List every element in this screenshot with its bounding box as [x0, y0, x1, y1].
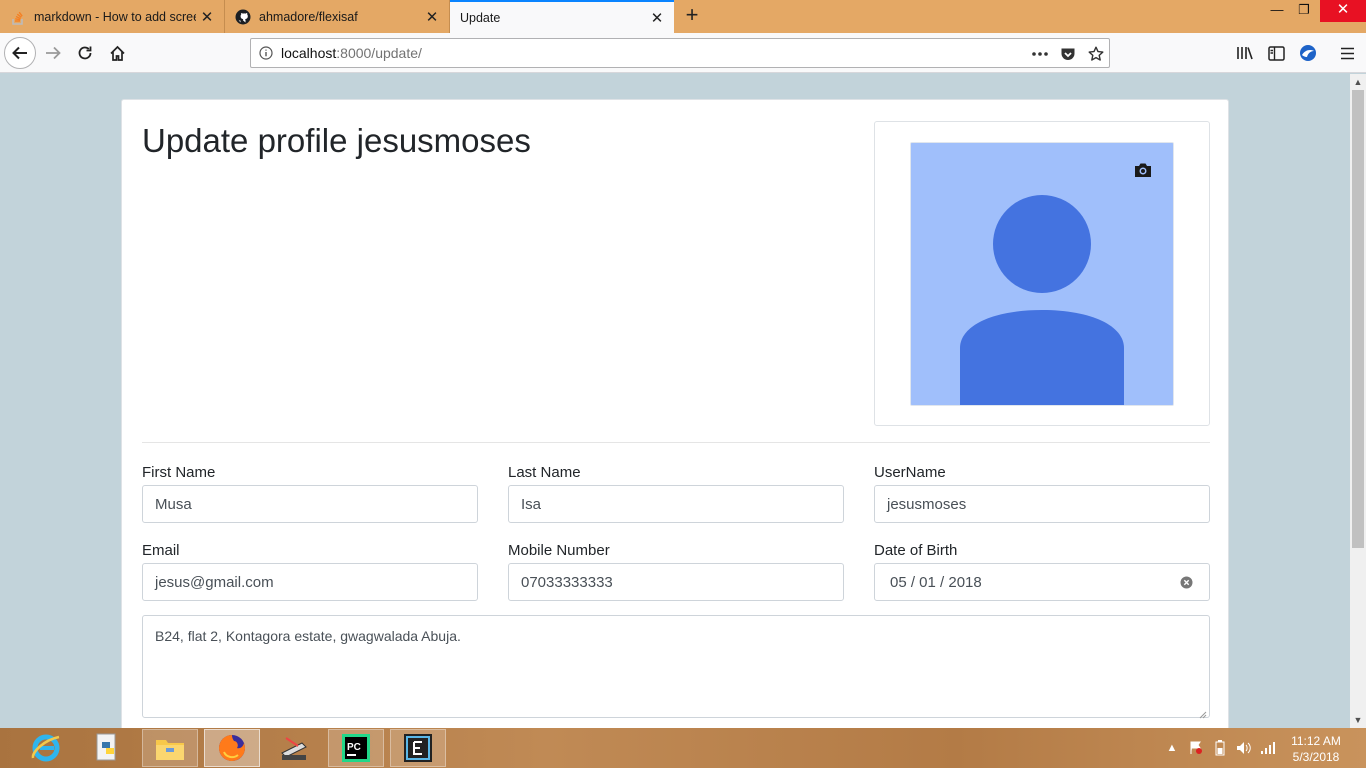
github-icon [235, 9, 251, 25]
taskbar-clock[interactable]: 11:12 AM 5/3/2018 [1282, 733, 1350, 765]
clock-date: 5/3/2018 [1292, 750, 1340, 764]
clock-time: 11:12 AM [1291, 734, 1341, 748]
tab-stackoverflow[interactable]: markdown - How to add screen ✕ [0, 0, 225, 33]
resize-grip-icon[interactable] [1198, 706, 1207, 719]
home-button[interactable] [102, 38, 132, 68]
library-icon [1237, 47, 1253, 60]
close-window-button[interactable]: ✕ [1320, 0, 1366, 22]
extension-icon [1300, 45, 1316, 61]
divider [142, 442, 1210, 443]
arrow-left-icon [12, 46, 27, 60]
tab-close-icon[interactable]: ✕ [421, 8, 443, 26]
tab-github[interactable]: ahmadore/flexisaf ✕ [225, 0, 450, 33]
vertical-scrollbar[interactable]: ▲ ▼ [1350, 74, 1366, 728]
chevron-up-icon[interactable]: ▲ [1160, 738, 1184, 758]
firefox-icon[interactable] [204, 729, 260, 767]
address-textarea[interactable]: B24, flat 2, Kontagora estate, gwagwalad… [142, 615, 1210, 719]
file-explorer-icon[interactable] [142, 729, 198, 767]
email-label: Email [142, 542, 180, 559]
reload-button[interactable] [70, 38, 100, 68]
scroll-up-arrow-icon[interactable]: ▲ [1350, 74, 1366, 90]
scroll-down-arrow-icon[interactable]: ▼ [1350, 712, 1366, 728]
system-tray: ▲ [1160, 728, 1280, 768]
python-icon[interactable] [80, 729, 136, 767]
navigation-bar: localhost:8000/update/ [0, 33, 1366, 73]
network-signal-icon[interactable] [1256, 738, 1280, 758]
first-name-label: First Name [142, 464, 216, 481]
user-placeholder-icon [911, 143, 1173, 405]
back-button[interactable] [4, 37, 36, 69]
scrollbar-thumb[interactable] [1352, 90, 1364, 548]
address-bar[interactable]: localhost:8000/update/ [250, 38, 1110, 68]
email-input[interactable]: jesus@gmail.com [142, 563, 478, 601]
dob-label: Date of Birth [874, 542, 958, 559]
first-name-group: First Name Musa [142, 464, 478, 523]
camera-icon[interactable] [1133, 161, 1155, 181]
new-tab-button[interactable]: + [680, 4, 704, 28]
page-actions-icon[interactable] [1031, 45, 1049, 63]
tab-title: ahmadore/flexisaf [259, 9, 358, 24]
minimize-button[interactable]: — [1262, 0, 1292, 22]
username-input[interactable]: jesusmoses [874, 485, 1210, 523]
email-group: Email jesus@gmail.com [142, 542, 478, 601]
home-icon [109, 45, 125, 61]
library-button[interactable] [1230, 38, 1260, 68]
pycharm-icon[interactable]: PC [328, 729, 384, 767]
volume-icon[interactable] [1232, 738, 1256, 758]
page-viewport: Update profile jesusmoses First Name Mus… [0, 74, 1350, 728]
battery-icon[interactable] [1208, 738, 1232, 758]
tab-update[interactable]: Update ✕ [450, 0, 674, 33]
tab-close-icon[interactable]: ✕ [646, 9, 668, 27]
url-text: localhost:8000/update/ [281, 45, 422, 61]
stackoverflow-icon [10, 9, 26, 25]
profile-card: Update profile jesusmoses First Name Mus… [121, 99, 1229, 728]
menu-button[interactable] [1332, 38, 1362, 68]
last-name-label: Last Name [508, 464, 581, 481]
last-name-group: Last Name Isa [508, 464, 844, 523]
info-icon[interactable] [251, 46, 281, 60]
action-center-flag-icon[interactable] [1184, 738, 1208, 758]
tab-strip: markdown - How to add screen ✕ ahmadore/… [0, 0, 1366, 33]
tab-title: markdown - How to add screen [34, 9, 196, 24]
scanner-icon[interactable] [266, 729, 322, 767]
tab-close-icon[interactable]: ✕ [196, 8, 218, 26]
hamburger-menu-icon [1340, 47, 1354, 59]
address-text: B24, flat 2, Kontagora estate, gwagwalad… [155, 628, 461, 644]
sidebar-button[interactable] [1261, 38, 1291, 68]
editor-icon[interactable] [390, 729, 446, 767]
mobile-group: Mobile Number 07033333333 [508, 542, 844, 601]
arrow-right-icon [46, 46, 61, 60]
restore-button[interactable]: ❐ [1289, 0, 1319, 22]
bookmark-star-icon[interactable] [1087, 45, 1105, 63]
avatar-container [874, 121, 1210, 426]
account-button[interactable] [1293, 38, 1323, 68]
username-label: UserName [874, 464, 946, 481]
username-group: UserName jesusmoses [874, 464, 1210, 523]
ie-icon[interactable] [18, 729, 74, 767]
page-title: Update profile jesusmoses [142, 122, 531, 159]
dob-group: Date of Birth 05 / 01 / 2018 [874, 542, 1210, 601]
forward-button[interactable] [38, 38, 68, 68]
tab-title: Update [460, 10, 501, 25]
dob-input[interactable]: 05 / 01 / 2018 [874, 563, 1210, 601]
clear-date-icon[interactable] [1180, 576, 1193, 589]
reload-icon [78, 46, 92, 60]
pocket-icon[interactable] [1059, 45, 1077, 63]
last-name-input[interactable]: Isa [508, 485, 844, 523]
dob-value: 05 / 01 / 2018 [890, 573, 982, 591]
first-name-input[interactable]: Musa [142, 485, 478, 523]
mobile-input[interactable]: 07033333333 [508, 563, 844, 601]
mobile-label: Mobile Number [508, 542, 610, 559]
avatar[interactable] [910, 142, 1174, 406]
svg-text:PC: PC [347, 742, 361, 753]
sidebar-icon [1267, 45, 1285, 61]
